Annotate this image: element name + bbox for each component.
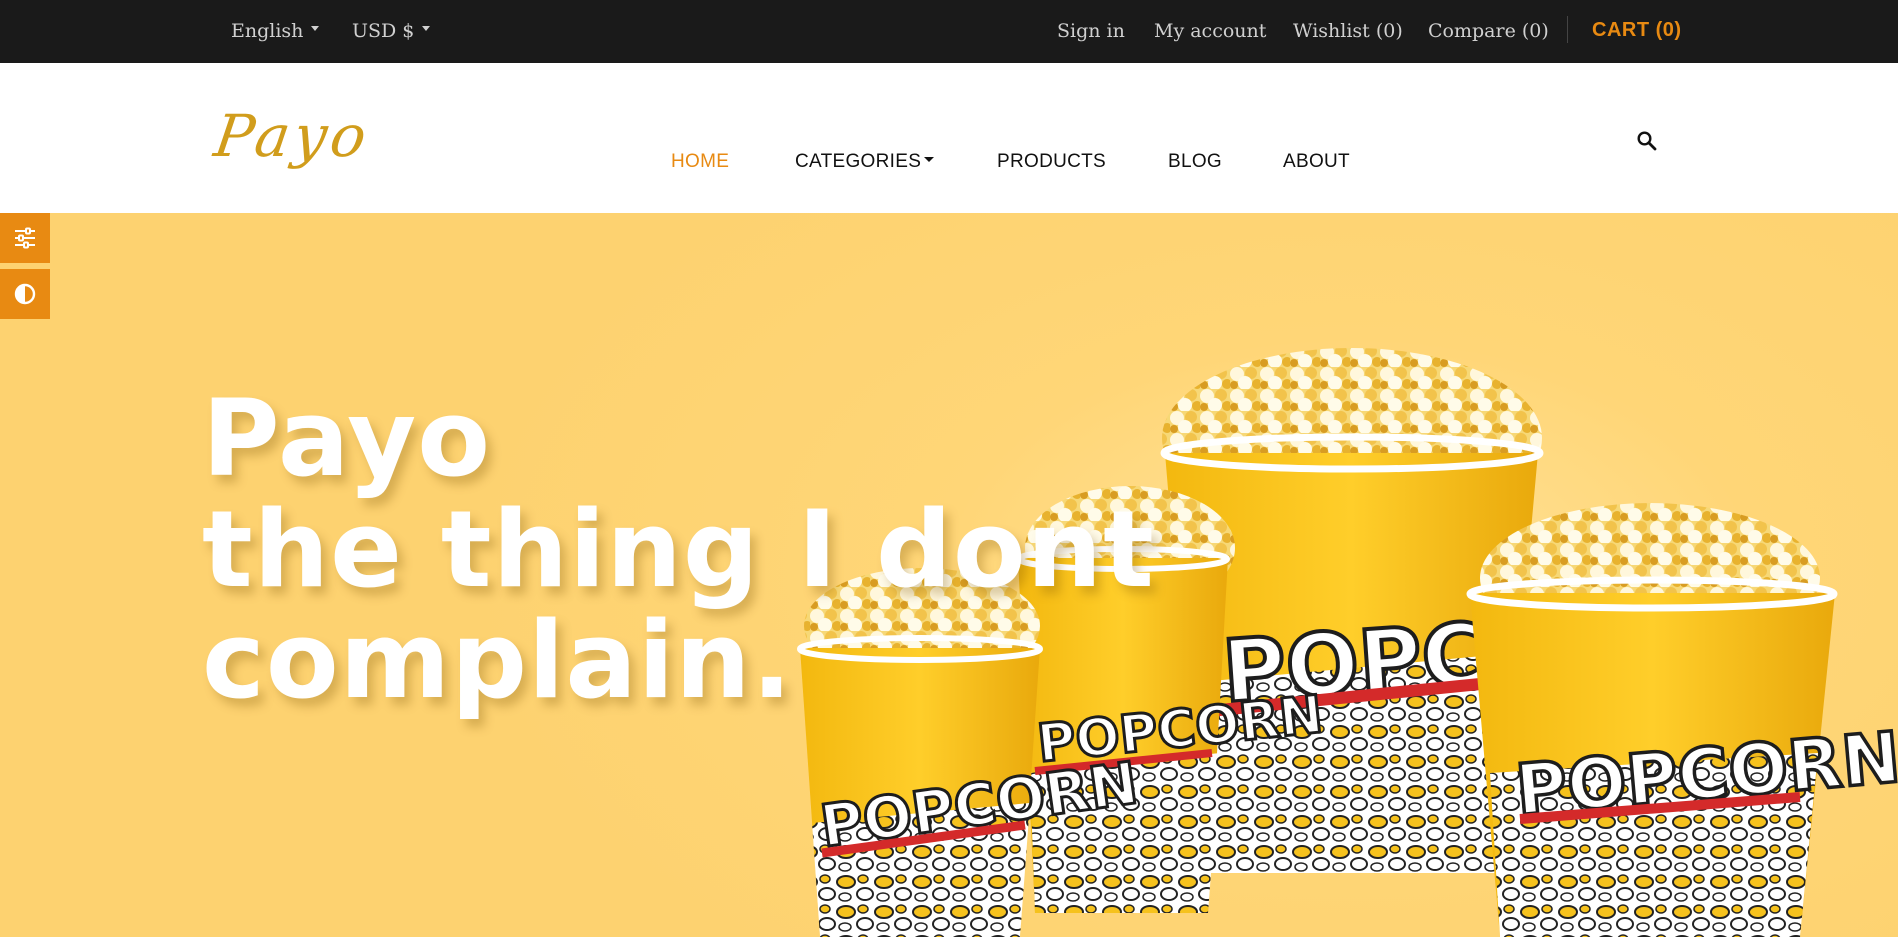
nav-home[interactable]: HOME [671,151,729,173]
sliders-icon [15,227,35,249]
language-selector[interactable]: English [231,20,320,42]
hero-line-2: the thing I dont [202,488,1155,611]
top-bar: English USD $ Sign in My account Wishlis… [0,0,1898,63]
contrast-icon [14,283,36,305]
wishlist-link[interactable]: Wishlist (0) [1293,20,1403,42]
currency-selector[interactable]: USD $ [352,20,431,42]
chevron-down-icon [422,25,431,31]
contrast-toggle-button[interactable] [0,269,50,319]
hero-line-1: Payo [202,377,492,500]
my-account-link[interactable]: My account [1154,20,1266,42]
cart-link[interactable]: CART (0) [1592,19,1682,42]
sign-in-link[interactable]: Sign in [1057,20,1125,42]
theme-settings-button[interactable] [0,213,50,263]
nav-about[interactable]: ABOUT [1283,151,1350,173]
language-label: English [231,20,304,42]
nav-categories-label: CATEGORIES [795,151,922,172]
site-logo[interactable]: Payo [210,102,374,170]
nav-categories[interactable]: CATEGORIES [795,151,935,173]
bucket-right: POPCORN [1466,503,1898,937]
divider [1567,16,1568,43]
hero-headline: Payo the thing I dont complain. [202,383,1155,716]
hero-line-3: complain. [202,599,793,722]
chevron-down-icon [311,25,320,31]
compare-link[interactable]: Compare (0) [1428,20,1549,42]
currency-label: USD $ [352,20,415,42]
chevron-down-icon [924,157,935,163]
nav-blog[interactable]: BLOG [1168,151,1222,173]
nav-products[interactable]: PRODUCTS [997,151,1106,173]
hero-banner: POPCORN POPCORN POPCORN POPCORN Payo the… [0,213,1898,937]
search-icon[interactable] [1636,130,1658,152]
